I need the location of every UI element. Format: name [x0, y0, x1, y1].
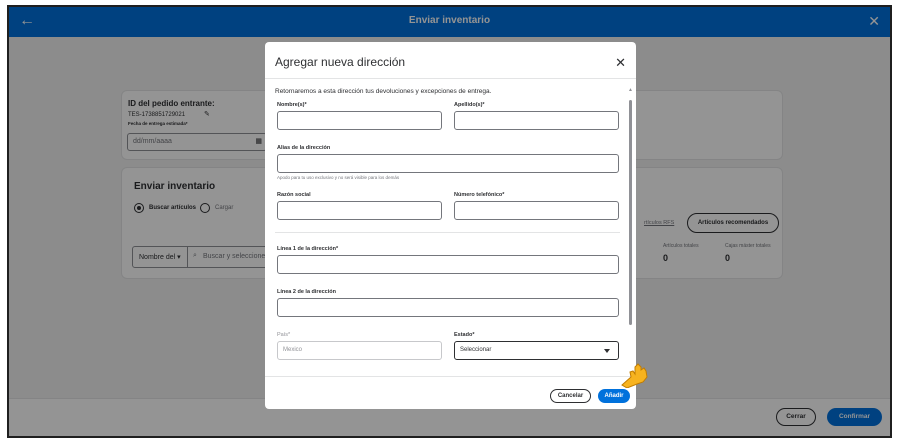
add-button[interactable]: Añadir — [598, 389, 630, 403]
last-name-field[interactable] — [454, 111, 619, 130]
phone-field[interactable] — [454, 201, 619, 220]
phone-label: Número telefónico* — [454, 192, 505, 198]
modal-footer-divider — [265, 376, 636, 377]
add-address-modal: Agregar nueva dirección ✕ Retornaremos a… — [265, 42, 636, 409]
caret-down-icon — [604, 349, 610, 353]
alias-label: Alias de la dirección — [277, 145, 331, 151]
address-line1-field[interactable] — [277, 255, 619, 274]
scroll-up-icon[interactable]: ▲ — [628, 87, 633, 93]
modal-info-text: Retornaremos a esta dirección tus devolu… — [275, 88, 492, 95]
last-name-label: Apellido(s)* — [454, 102, 485, 108]
country-value: Mexico — [283, 347, 303, 353]
app-window: ← Enviar inventario ✕ ID del pedido entr… — [7, 5, 892, 438]
address-line2-field[interactable] — [277, 298, 619, 317]
pointing-hand-icon — [621, 363, 648, 388]
scrollbar-thumb[interactable] — [629, 100, 632, 325]
section-divider — [275, 232, 620, 233]
modal-title: Agregar nueva dirección — [275, 55, 406, 69]
country-label: País* — [277, 332, 291, 338]
cancel-button[interactable]: Cancelar — [550, 389, 591, 403]
state-label: Estado* — [454, 332, 475, 338]
company-label: Razón social — [277, 192, 311, 198]
modal-header-divider — [265, 78, 636, 79]
address-line1-label: Línea 1 de la dirección* — [277, 246, 339, 252]
company-field[interactable] — [277, 201, 442, 220]
first-name-label: Nombre(s)* — [277, 102, 307, 108]
alias-helper: Apodo para tu uso exclusivo y no será vi… — [277, 175, 400, 180]
state-select[interactable]: Seleccionar — [454, 341, 619, 360]
first-name-field[interactable] — [277, 111, 442, 130]
state-value: Seleccionar — [460, 347, 492, 353]
alias-field[interactable] — [277, 154, 619, 173]
address-line2-label: Línea 2 de la dirección — [277, 289, 336, 295]
country-field: Mexico — [277, 341, 442, 360]
modal-close-icon[interactable]: ✕ — [615, 55, 626, 71]
